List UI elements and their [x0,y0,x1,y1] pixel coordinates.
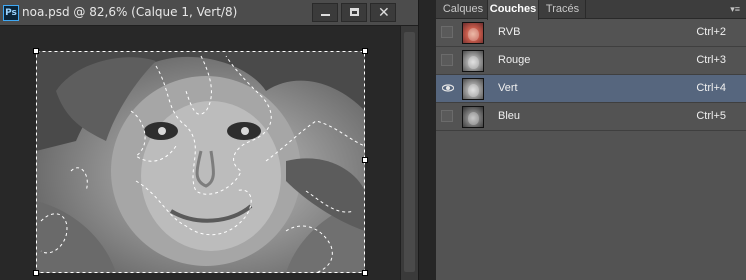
channel-row-vert[interactable]: Vert Ctrl+4 [436,75,746,103]
channel-row-rvb[interactable]: RVB Ctrl+2 [436,19,746,47]
panel-splitter[interactable] [418,0,436,280]
panel-menu-icon[interactable]: ▾≡ [730,4,740,15]
maximize-icon [350,8,359,16]
tab-calques[interactable]: Calques [439,0,487,19]
visibility-toggle[interactable] [441,54,453,66]
close-icon: ✕ [378,5,390,21]
channel-shortcut: Ctrl+5 [696,110,726,122]
channel-shortcut: Ctrl+3 [696,54,726,66]
channel-thumbnail [462,106,484,128]
scrollbar-thumb[interactable] [404,32,415,272]
minimize-icon [321,14,330,16]
transform-handle[interactable] [362,157,368,163]
channel-name: Bleu [498,110,521,122]
channel-shortcut: Ctrl+4 [696,82,726,94]
transform-handle[interactable] [362,270,368,276]
channel-name: Rouge [498,54,531,66]
channel-shortcut: Ctrl+2 [696,26,726,38]
visibility-toggle[interactable] [441,26,453,38]
channels-panel: Calques Couches Tracés ▾≡ RVB Ctrl+2 Rou… [436,0,746,280]
eye-icon [442,84,454,92]
close-button[interactable]: ✕ [370,3,396,22]
channel-row-rouge[interactable]: Rouge Ctrl+3 [436,47,746,75]
vertical-scrollbar[interactable] [400,26,418,280]
channel-name: Vert [498,82,518,94]
transform-handle[interactable] [362,48,368,54]
channel-thumbnail [462,50,484,72]
transform-handle[interactable] [33,270,39,276]
visibility-toggle[interactable] [441,110,453,122]
channel-row-bleu[interactable]: Bleu Ctrl+5 [436,103,746,131]
channel-list: RVB Ctrl+2 Rouge Ctrl+3 Vert Ctrl+4 Bleu [436,19,746,131]
transform-handle[interactable] [33,48,39,54]
tab-couches[interactable]: Couches [487,0,539,20]
visibility-toggle[interactable] [441,82,454,94]
maximize-button[interactable] [341,3,367,22]
document-window[interactable]: Ps noa.psd @ 82,6% (Calque 1, Vert/8) ✕ [0,0,418,280]
channel-name: RVB [498,26,521,38]
channel-thumbnail [462,22,484,44]
document-title: noa.psd @ 82,6% (Calque 1, Vert/8) [22,5,238,19]
document-image[interactable] [36,51,365,273]
panel-tab-bar: Calques Couches Tracés ▾≡ [436,0,746,20]
tab-traces[interactable]: Tracés [540,0,586,19]
photoshop-app-icon: Ps [3,5,19,21]
document-title-bar[interactable]: Ps noa.psd @ 82,6% (Calque 1, Vert/8) ✕ [0,0,418,26]
minimize-button[interactable] [312,3,338,22]
channel-thumbnail [462,78,484,100]
